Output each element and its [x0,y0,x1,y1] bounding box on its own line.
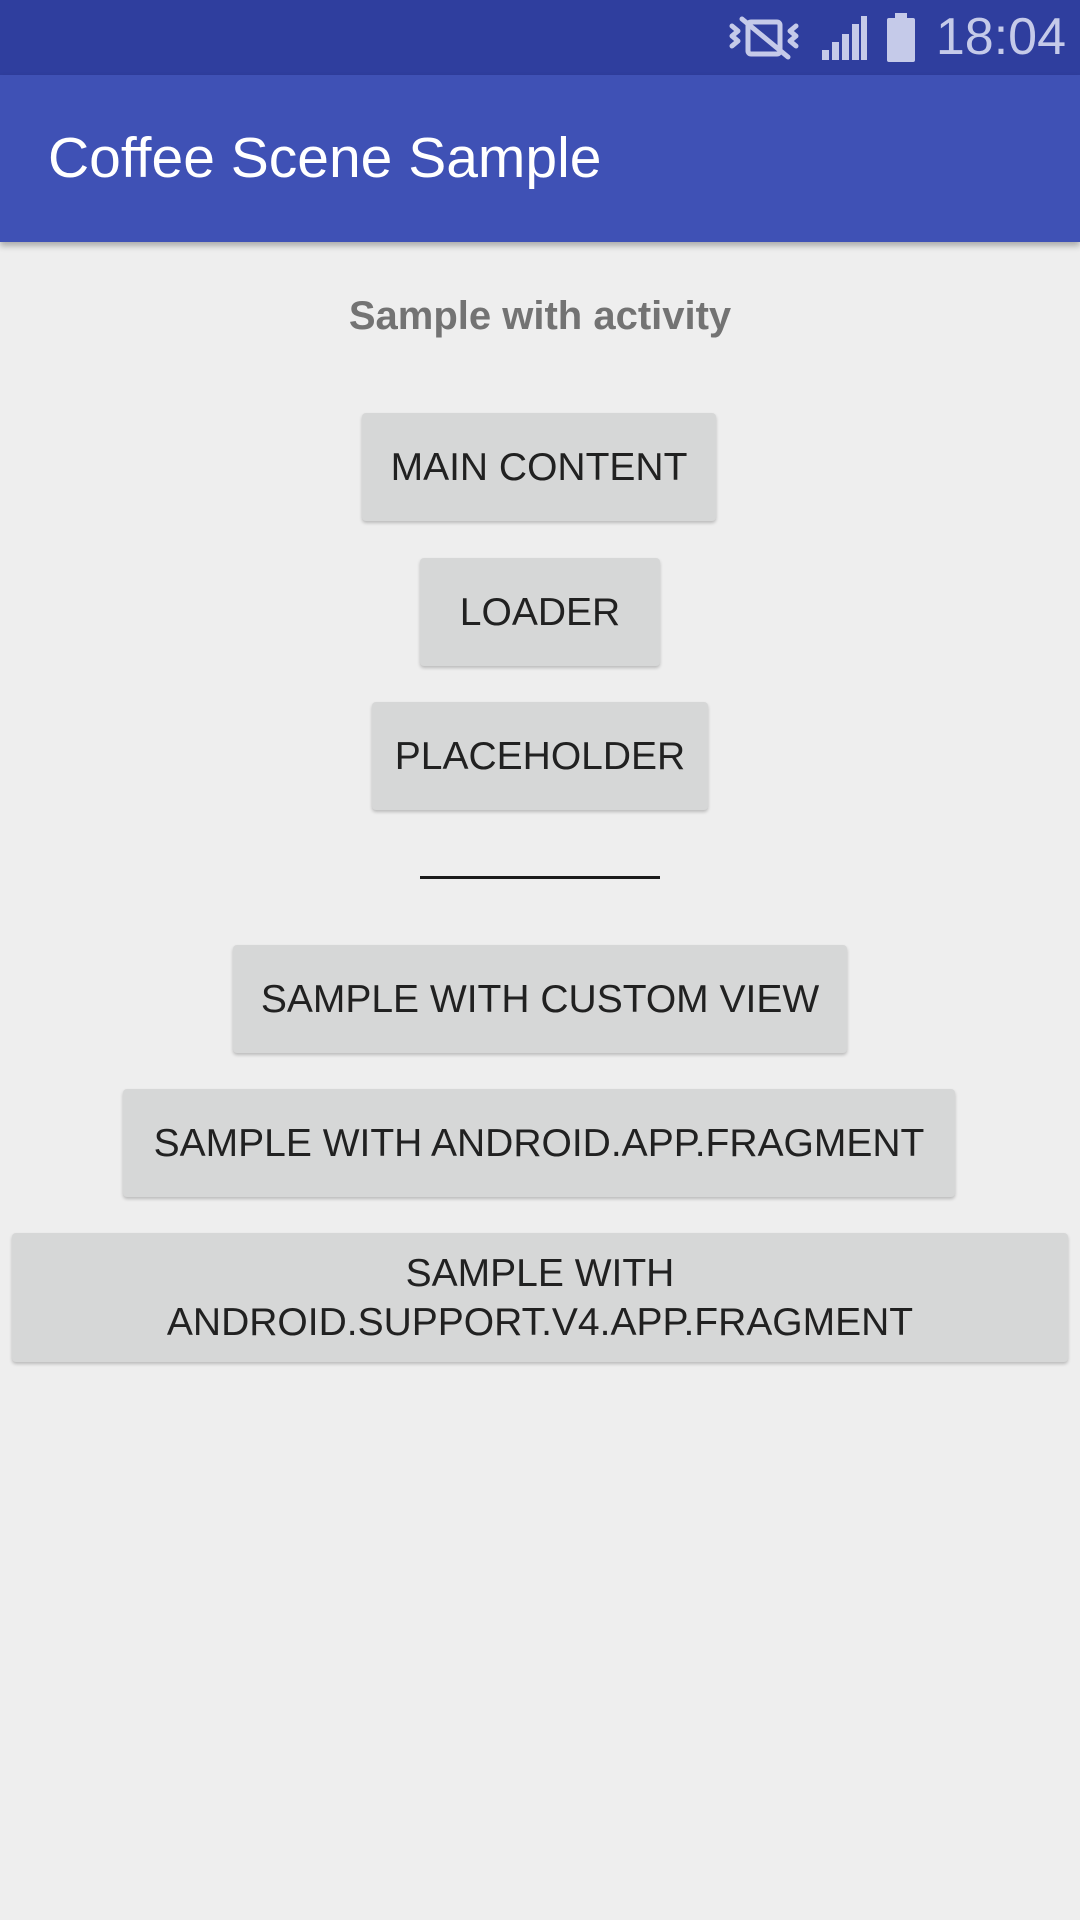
placeholder-button-label: PLACEHOLDER [394,734,686,778]
custom-view-button-label: SAMPLE WITH CUSTOM VIEW [260,977,820,1021]
loader-button-label: LOADER [459,590,621,634]
app-bar: Coffee Scene Sample [0,75,1080,242]
battery-icon [886,12,916,63]
app-title: Coffee Scene Sample [48,126,602,190]
support-fragment-button-label-line1: SAMPLE WITH [405,1251,675,1295]
main-content: Sample with activity MAIN CONTENT LOADER… [0,242,1080,1920]
cell-signal-icon [820,14,868,62]
status-bar: 18:04 [0,0,1080,75]
loader-button[interactable]: LOADER [420,558,660,666]
vibrate-mute-icon [728,16,800,60]
support-fragment-button-label-line2: ANDROID.SUPPORT.V4.APP.FRAGMENT [166,1300,914,1344]
placeholder-button[interactable]: PLACEHOLDER [372,702,708,810]
app-fragment-button[interactable]: SAMPLE WITH ANDROID.APP.FRAGMENT [123,1089,955,1197]
clock: 18:04 [935,8,1066,66]
section-label: Sample with activity [348,294,732,338]
support-fragment-button[interactable]: SAMPLE WITH ANDROID.SUPPORT.V4.APP.FRAGM… [12,1233,1068,1362]
main-content-button-label: MAIN CONTENT [390,445,688,489]
status-icons: 18:04 [728,0,1066,75]
custom-view-button[interactable]: SAMPLE WITH CUSTOM VIEW [233,945,847,1053]
main-content-button[interactable]: MAIN CONTENT [362,413,716,521]
app-fragment-button-label: SAMPLE WITH ANDROID.APP.FRAGMENT [153,1121,925,1165]
divider [420,876,660,879]
